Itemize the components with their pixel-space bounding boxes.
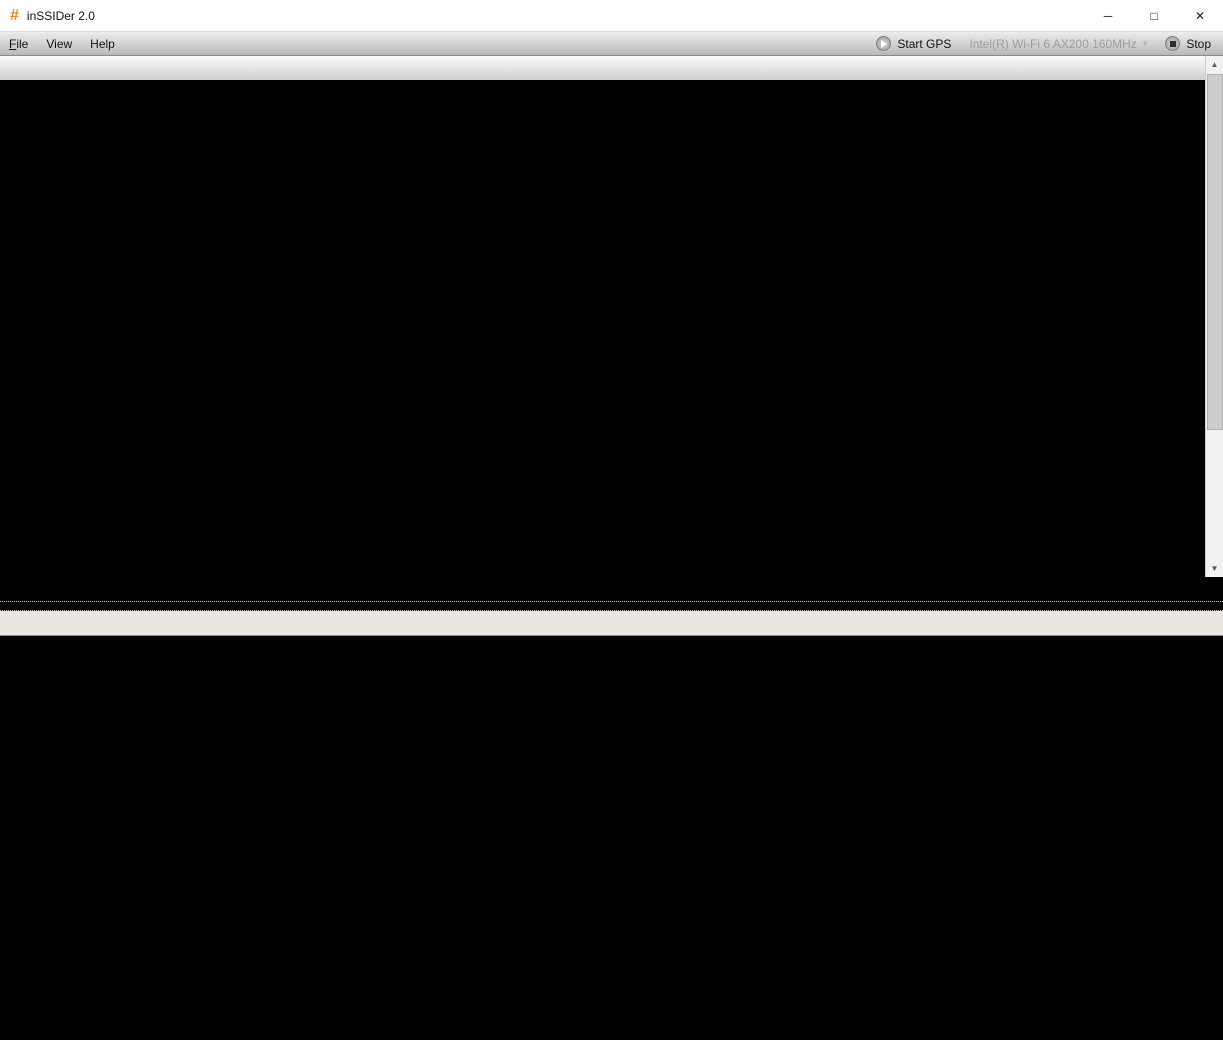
maximize-button-icon[interactable]: □ [1131, 0, 1177, 31]
stop-button[interactable]: Stop [1165, 36, 1211, 51]
horizontal-scrollbar[interactable] [0, 601, 1223, 611]
scroll-up-icon[interactable]: ▲ [1206, 56, 1223, 73]
vertical-scrollbar[interactable]: ▲ ▼ [1205, 56, 1223, 577]
tab-bar [0, 611, 1223, 636]
table-header [0, 56, 1205, 80]
channel-graph-24ghz [0, 636, 1223, 1040]
close-button-icon[interactable]: ✕ [1177, 0, 1223, 31]
title-bar: # inSSIDer 2.0 ─ □ ✕ [0, 0, 1223, 32]
menu-view[interactable]: View [37, 32, 81, 55]
app-logo-icon: # [10, 7, 19, 25]
inssider-window: # inSSIDer 2.0 ─ □ ✕ FileViewHelp Start … [0, 0, 1223, 1040]
window-title: inSSIDer 2.0 [27, 9, 95, 23]
stop-icon [1165, 36, 1180, 51]
scroll-down-icon[interactable]: ▼ [1206, 560, 1223, 577]
minimize-button-icon[interactable]: ─ [1085, 0, 1131, 31]
table-body [0, 80, 1205, 577]
network-table: ▲ ▼ [0, 56, 1223, 601]
play-icon [876, 36, 891, 51]
scrollbar-thumb[interactable] [1207, 74, 1223, 430]
menu-bar: FileViewHelp Start GPS Intel(R) Wi-Fi 6 … [0, 32, 1223, 56]
chevron-down-icon: ▾ [1143, 38, 1148, 49]
start-gps-button[interactable]: Start GPS [876, 36, 951, 51]
adapter-select[interactable]: Intel(R) Wi-Fi 6 AX200 160MHz ▾ [969, 37, 1147, 51]
channel-graph-svg [0, 636, 1223, 1040]
menu-help[interactable]: Help [81, 32, 124, 55]
menu-file[interactable]: File [0, 32, 37, 55]
